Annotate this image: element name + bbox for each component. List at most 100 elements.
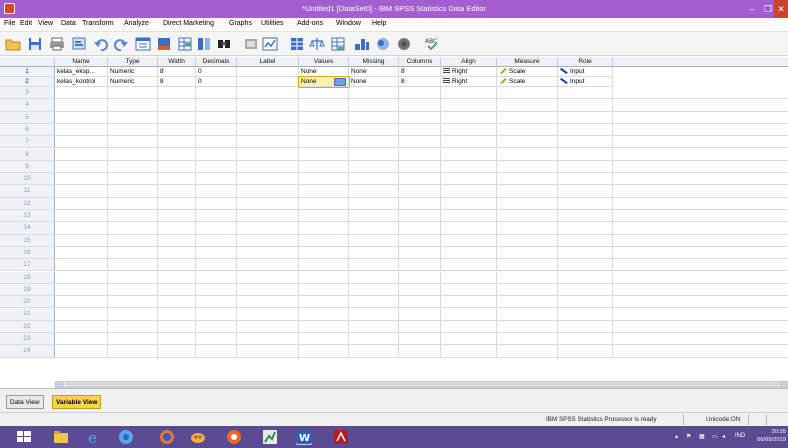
empty-cell[interactable] [108,333,158,346]
empty-cell[interactable] [349,333,399,346]
empty-cell[interactable] [299,345,349,358]
empty-cell[interactable] [237,173,299,186]
empty-cell[interactable] [196,283,237,297]
empty-cell[interactable] [558,308,613,321]
empty-cell[interactable] [196,136,237,149]
empty-cell[interactable] [299,283,349,297]
variables-icon[interactable] [177,36,193,52]
measure-cell[interactable]: Scale [497,67,558,77]
empty-cell[interactable] [55,271,108,284]
row-number[interactable]: 23 [0,333,55,346]
empty-cell[interactable] [158,197,196,210]
settings-icon[interactable] [226,429,242,445]
empty-cell[interactable] [497,210,558,223]
empty-cell[interactable] [55,234,108,247]
empty-cell[interactable] [349,246,399,260]
empty-cell[interactable] [613,272,788,284]
missing-cell[interactable]: None [349,67,399,77]
empty-cell[interactable] [441,246,497,260]
empty-cell[interactable] [399,259,441,272]
empty-cell[interactable] [441,197,497,210]
print-icon[interactable] [49,36,65,52]
show-all-icon[interactable] [396,36,412,52]
row-number[interactable]: 18 [0,271,55,284]
empty-cell[interactable] [196,345,237,358]
empty-cell[interactable] [158,345,196,358]
empty-cell[interactable] [613,333,788,346]
empty-cell[interactable] [158,136,196,149]
windows-start-icon[interactable] [16,429,32,445]
empty-cell[interactable] [613,222,788,235]
empty-cell[interactable] [441,320,497,333]
goto-variable-icon[interactable] [156,36,172,52]
empty-cell[interactable] [441,210,497,223]
empty-cell[interactable] [108,185,158,198]
paint-icon[interactable] [190,429,206,445]
empty-cell[interactable] [55,259,108,272]
empty-cell[interactable] [237,87,299,100]
empty-cell[interactable] [497,259,558,272]
close-button[interactable]: ✕ [774,0,788,18]
empty-cell[interactable] [497,308,558,321]
header-missing[interactable]: Missing [349,57,399,67]
horizontal-scrollbar[interactable] [55,381,788,388]
empty-cell[interactable] [108,197,158,210]
empty-cell[interactable] [237,234,299,247]
tray-up-arrow-icon[interactable]: ▴ [675,433,678,440]
tray-network-icon[interactable]: ▦ [699,433,705,440]
empty-cell[interactable] [108,246,158,260]
empty-cell[interactable] [349,197,399,210]
menu-file[interactable]: File [4,20,15,27]
header-values[interactable]: Values [299,57,349,67]
scrollbar-thumb[interactable] [66,382,778,387]
empty-cell[interactable] [497,197,558,210]
find-icon[interactable] [216,36,232,52]
empty-cell[interactable] [55,345,108,358]
tab-data-view[interactable]: Data View [6,395,44,409]
empty-cell[interactable] [196,308,237,321]
empty-cell[interactable] [55,222,108,235]
empty-cell[interactable] [399,222,441,235]
excel-icon[interactable] [262,429,278,445]
empty-cell[interactable] [349,320,399,333]
empty-cell[interactable] [108,259,158,272]
align-cell[interactable]: Right [441,67,497,77]
menu-direct-marketing[interactable]: Direct Marketing [163,20,214,27]
header-measure[interactable]: Measure [497,57,558,67]
empty-cell[interactable] [558,345,613,358]
empty-cell[interactable] [399,123,441,137]
empty-cell[interactable] [108,345,158,358]
empty-cell[interactable] [441,111,497,124]
empty-cell[interactable] [55,173,108,186]
row-number[interactable]: 17 [0,259,55,272]
empty-cell[interactable] [558,173,613,186]
empty-cell[interactable] [349,160,399,174]
empty-cell[interactable] [349,271,399,284]
empty-cell[interactable] [399,185,441,198]
name-cell[interactable]: kelas_kontrol [55,77,108,87]
empty-cell[interactable] [237,333,299,346]
empty-cell[interactable] [349,185,399,198]
tray-flag-icon[interactable]: ⚑ [686,433,691,440]
empty-cell[interactable] [237,160,299,174]
empty-cell[interactable] [237,185,299,198]
empty-cell[interactable] [399,87,441,100]
row-number[interactable]: 19 [0,283,55,297]
empty-cell[interactable] [613,185,788,198]
empty-cell[interactable] [55,296,108,309]
row-number[interactable]: 6 [0,123,55,137]
header-type[interactable]: Type [108,57,158,67]
spelling-icon[interactable]: ABC [424,36,440,52]
header-align[interactable]: Align [441,57,497,67]
empty-cell[interactable] [299,87,349,100]
empty-cell[interactable] [349,283,399,297]
empty-cell[interactable] [399,197,441,210]
empty-cell[interactable] [55,123,108,137]
empty-cell[interactable] [399,210,441,223]
empty-cell[interactable] [196,99,237,112]
empty-cell[interactable] [158,87,196,100]
empty-cell[interactable] [497,160,558,174]
align-cell[interactable]: Right [441,77,497,87]
row-number[interactable]: 15 [0,234,55,247]
empty-cell[interactable] [558,296,613,309]
